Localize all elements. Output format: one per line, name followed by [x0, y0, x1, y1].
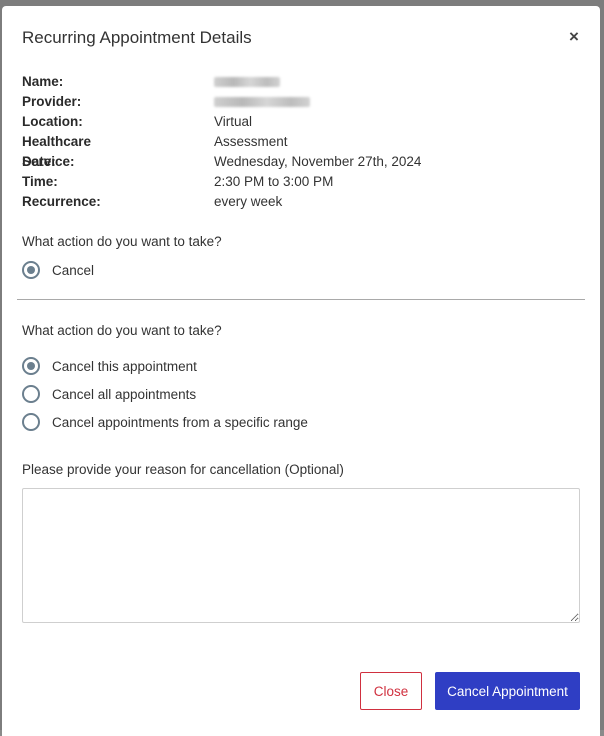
- close-button[interactable]: Close: [360, 672, 422, 710]
- radio-button[interactable]: [22, 357, 40, 375]
- radio-option-cancel-this[interactable]: Cancel this appointment: [22, 356, 197, 376]
- radio-label: Cancel all appointments: [52, 386, 197, 402]
- detail-value-provider-redacted: [214, 92, 310, 113]
- reason-textarea[interactable]: [22, 488, 580, 623]
- radio-button[interactable]: [22, 261, 40, 279]
- cancel-appointment-button[interactable]: Cancel Appointment: [435, 672, 580, 710]
- dialog-title: Recurring Appointment Details: [22, 28, 252, 47]
- radio-option-cancel-range[interactable]: Cancel appointments from a specific rang…: [22, 412, 308, 432]
- radio-label: Cancel appointments from a specific rang…: [52, 414, 308, 430]
- reason-label: Please provide your reason for cancellat…: [22, 462, 344, 477]
- section-divider: [17, 299, 585, 300]
- radio-label: Cancel: [52, 262, 95, 278]
- detail-label: Name:: [22, 74, 64, 89]
- radio-option-cancel[interactable]: Cancel: [22, 260, 94, 280]
- detail-value-name-redacted: [214, 72, 280, 93]
- detail-label: Recurrence:: [22, 194, 101, 209]
- detail-value: Wednesday, November 27th, 2024: [214, 154, 422, 169]
- close-icon[interactable]: ×: [566, 27, 582, 47]
- detail-value: Assessment: [214, 134, 288, 149]
- detail-value: 2:30 PM to 3:00 PM: [214, 174, 334, 189]
- recurring-appointment-dialog: Recurring Appointment Details × Name: Pr…: [2, 6, 600, 736]
- scope-question: What action do you want to take?: [22, 323, 222, 338]
- detail-label: Location:: [22, 114, 83, 129]
- detail-label: Time:: [22, 174, 58, 189]
- radio-button[interactable]: [22, 413, 40, 431]
- action-question: What action do you want to take?: [22, 234, 222, 249]
- detail-value: every week: [214, 194, 283, 209]
- detail-label: Provider:: [22, 94, 82, 109]
- detail-label: Date:: [22, 154, 56, 169]
- radio-label: Cancel this appointment: [52, 358, 197, 374]
- detail-value: Virtual: [214, 114, 253, 129]
- radio-button[interactable]: [22, 385, 40, 403]
- radio-option-cancel-all[interactable]: Cancel all appointments: [22, 384, 196, 404]
